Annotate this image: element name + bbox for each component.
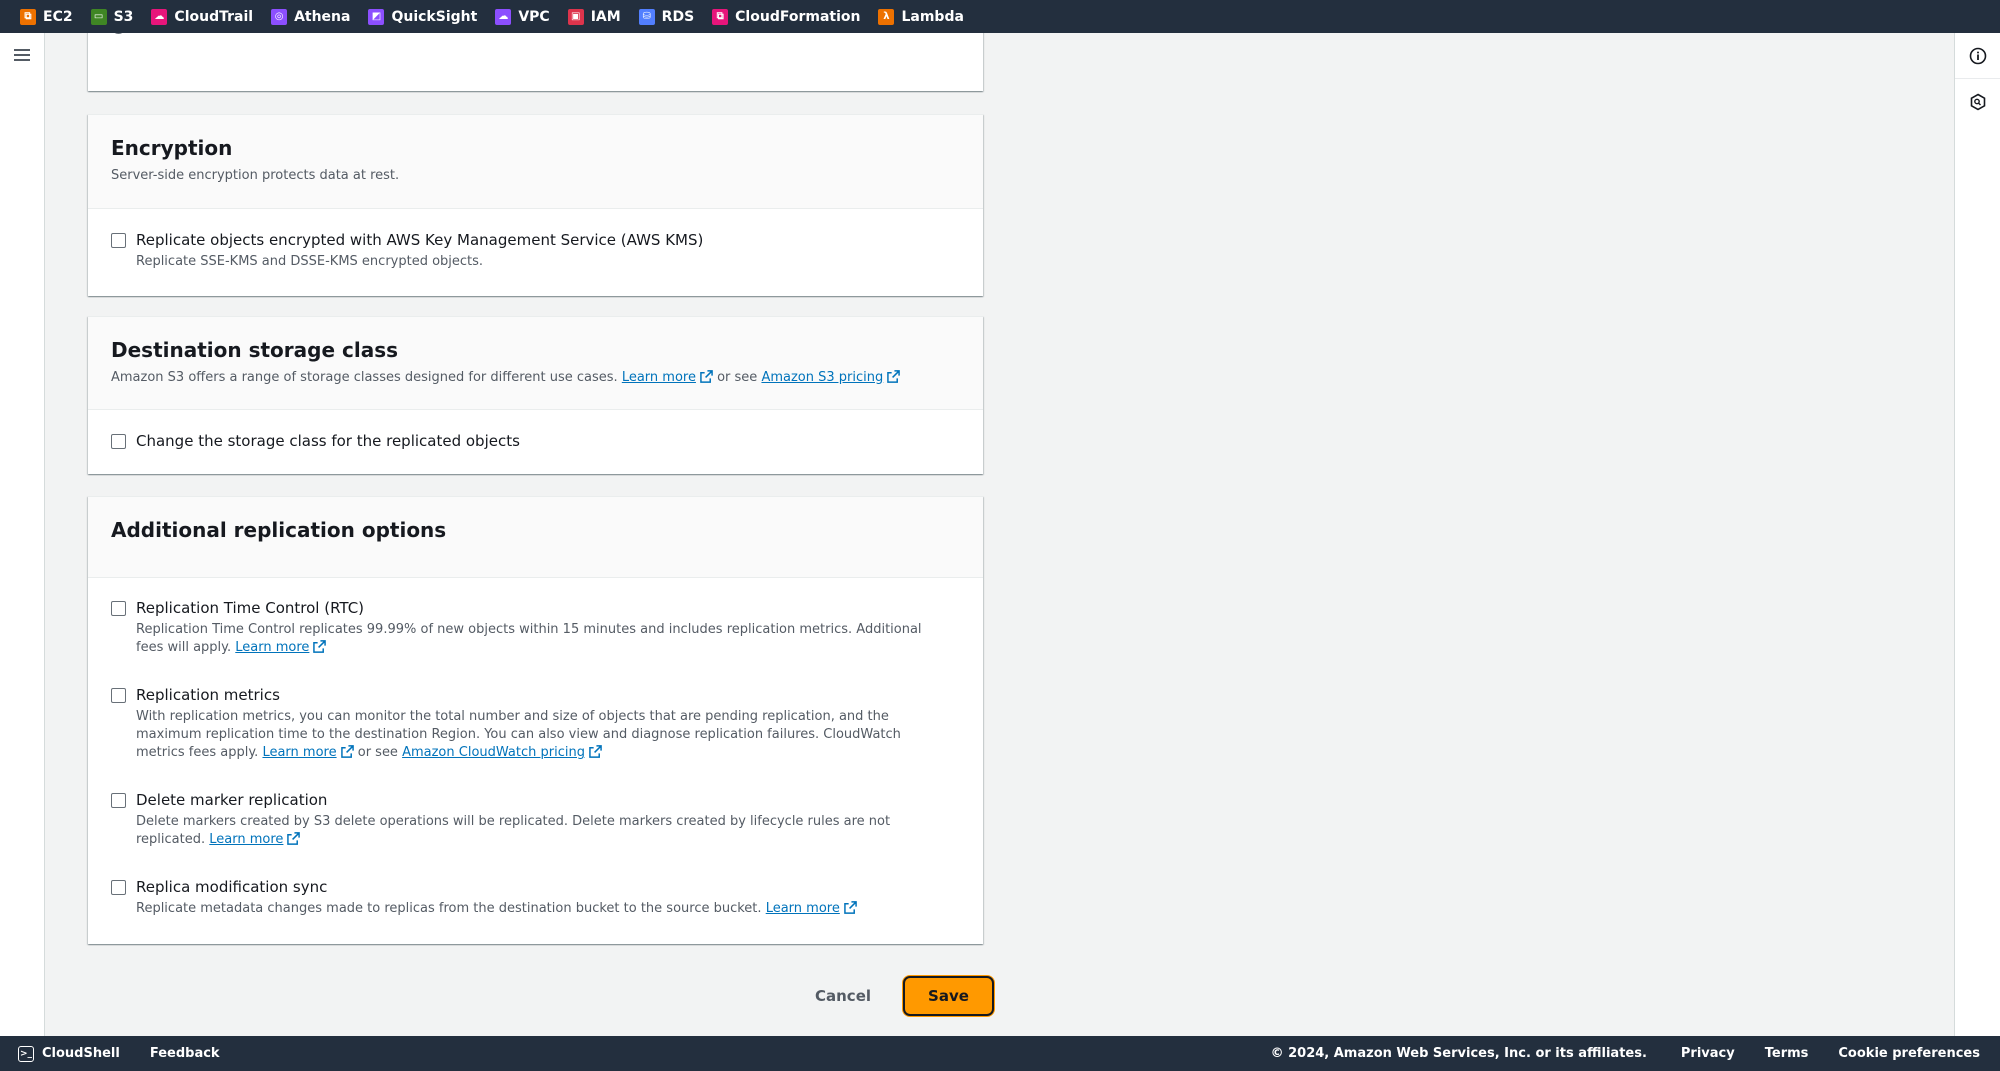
kms-replication-option[interactable]: Replicate objects encrypted with AWS Key… <box>111 230 960 271</box>
replica-sync-learn-more-link[interactable]: Learn more <box>766 901 840 916</box>
delete-marker-learn-more-link[interactable]: Learn more <box>209 832 283 847</box>
info-icon <box>1969 47 1986 64</box>
service-shortcut-cloudformation[interactable]: ⧉ CloudFormation <box>712 8 860 25</box>
service-shortcut-s3[interactable]: ▭ S3 <box>90 8 133 25</box>
info-panel-button[interactable] <box>1955 33 2000 79</box>
ec2-icon: ⧉ <box>20 8 36 25</box>
rtc-learn-more-link[interactable]: Learn more <box>235 640 309 655</box>
service-shortcut-athena[interactable]: ◎ Athena <box>271 8 350 25</box>
storage-class-description: Amazon S3 offers a range of storage clas… <box>111 369 960 387</box>
rtc-option[interactable]: Replication Time Control (RTC) Replicati… <box>111 598 960 657</box>
cookie-preferences-link[interactable]: Cookie preferences <box>1838 1046 1980 1061</box>
service-shortcut-lambda[interactable]: λ Lambda <box>878 8 964 25</box>
feedback-link[interactable]: Feedback <box>150 1046 220 1061</box>
external-link-icon <box>844 901 857 914</box>
delete-marker-replication-checkbox[interactable] <box>111 793 126 808</box>
s3-pricing-link[interactable]: Amazon S3 pricing <box>761 370 883 385</box>
quicksight-icon: ◩ <box>368 8 385 25</box>
additional-replication-title: Additional replication options <box>111 518 447 542</box>
change-storage-class-option[interactable]: Change the storage class for the replica… <box>111 431 960 451</box>
replica-modification-sync-option[interactable]: Replica modification sync Replicate meta… <box>111 877 960 918</box>
external-link-icon <box>340 745 354 758</box>
save-button[interactable]: Save <box>903 976 994 1016</box>
rds-icon: ⛁ <box>638 8 655 25</box>
main-content: Enter IAM role ARN Encryption Server-sid… <box>45 33 1954 1036</box>
cloudformation-icon: ⧉ <box>712 8 729 25</box>
encryption-title: Encryption <box>111 136 233 160</box>
storage-class-learn-more-link[interactable]: Learn more <box>622 370 696 385</box>
encryption-description: Server-side encryption protects data at … <box>111 168 400 183</box>
external-link-icon <box>887 370 901 383</box>
storage-class-title: Destination storage class <box>111 338 399 362</box>
replica-modification-sync-checkbox[interactable] <box>111 880 126 895</box>
replication-metrics-option[interactable]: Replication metrics With replication met… <box>111 685 960 762</box>
top-navigation-bar: ⧉ EC2 ▭ S3 ☁ CloudTrail ◎ Athena ◩ QuickSight… <box>0 0 2000 33</box>
cloudtrail-icon: ☁ <box>151 8 168 25</box>
service-shortcut-ec2[interactable]: ⧉ EC2 <box>20 8 73 25</box>
cloudwatch-pricing-link[interactable]: Amazon CloudWatch pricing <box>402 745 585 760</box>
change-storage-class-checkbox[interactable] <box>111 434 126 449</box>
external-link-icon <box>287 832 301 845</box>
athena-icon: ◎ <box>271 8 288 25</box>
resources-panel-button[interactable] <box>1955 79 2000 125</box>
cloudshell-button[interactable]: >_ CloudShell <box>18 1045 120 1062</box>
iam-role-arn-option[interactable]: Enter IAM role ARN <box>111 33 279 35</box>
lambda-icon: λ <box>878 8 895 25</box>
replication-metrics-checkbox[interactable] <box>111 688 126 703</box>
external-link-icon <box>313 640 327 653</box>
terms-link[interactable]: Terms <box>1765 1046 1809 1061</box>
iam-role-arn-radio[interactable] <box>111 33 126 34</box>
iam-icon: ▣ <box>567 8 584 25</box>
copyright-text: © 2024, Amazon Web Services, Inc. or its… <box>1270 1046 1647 1061</box>
footer: >_ CloudShell Feedback © 2024, Amazon We… <box>0 1036 2000 1071</box>
delete-marker-replication-option[interactable]: Delete marker replication Delete markers… <box>111 790 960 849</box>
s3-icon: ▭ <box>90 8 107 25</box>
cancel-button[interactable]: Cancel <box>795 979 891 1013</box>
menu-icon[interactable] <box>14 49 30 62</box>
service-shortcut-vpc[interactable]: ☁ VPC <box>495 8 550 25</box>
service-shortcut-cloudtrail[interactable]: ☁ CloudTrail <box>151 8 253 25</box>
right-tools-rail <box>1954 33 2000 1036</box>
service-shortcut-rds[interactable]: ⛁ RDS <box>638 8 694 25</box>
cloudshell-icon: >_ <box>18 1045 34 1062</box>
permissions-card: Enter IAM role ARN <box>88 33 983 91</box>
kms-replication-checkbox[interactable] <box>111 233 126 248</box>
service-shortcut-iam[interactable]: ▣ IAM <box>567 8 621 25</box>
external-link-icon <box>589 745 602 758</box>
left-navigation-rail <box>0 33 45 1036</box>
service-shortcut-quicksight[interactable]: ◩ QuickSight <box>368 8 477 25</box>
encryption-card: Encryption Server-side encryption protec… <box>88 114 983 296</box>
additional-replication-card: Additional replication options Replicati… <box>88 496 983 944</box>
external-link-icon <box>700 370 713 383</box>
hexagon-search-icon <box>1970 93 1985 111</box>
replication-metrics-learn-more-link[interactable]: Learn more <box>262 745 336 760</box>
form-actions: Cancel Save <box>795 976 994 1016</box>
storage-class-card: Destination storage class Amazon S3 offe… <box>88 316 983 474</box>
privacy-link[interactable]: Privacy <box>1681 1046 1735 1061</box>
rtc-checkbox[interactable] <box>111 601 126 616</box>
vpc-icon: ☁ <box>495 8 512 25</box>
